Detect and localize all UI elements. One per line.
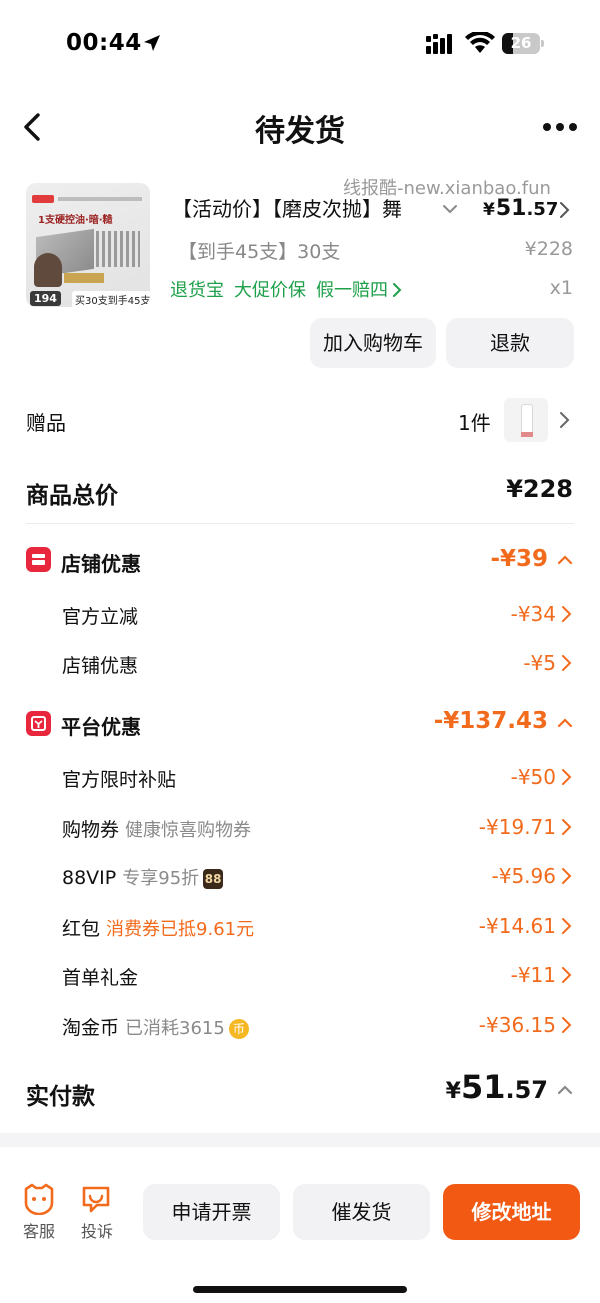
platform-discount-item-value: -¥14.61: [478, 914, 556, 938]
more-options-icon[interactable]: [542, 122, 578, 132]
store-discount-item-value: -¥5: [523, 651, 556, 675]
price-decimal: .57: [526, 199, 559, 220]
price-currency: ¥: [483, 200, 495, 220]
product-spec: 【到手45支】30支: [178, 241, 341, 263]
chevron-up-icon[interactable]: [557, 717, 573, 729]
store-discount-value: -¥39: [490, 546, 548, 572]
divider: [26, 523, 574, 524]
original-price: ¥228: [524, 238, 573, 260]
platform-discount-item-label: 88VIP 专享95折 88: [62, 867, 224, 889]
home-indicator: [193, 1286, 407, 1293]
chevron-right-icon[interactable]: [560, 1016, 572, 1034]
product-ampoules-graphic: [96, 231, 140, 267]
platform-discount-icon: [26, 711, 51, 736]
battery-indicator: 26: [502, 33, 544, 54]
complaint-label[interactable]: 投诉: [81, 1218, 113, 1242]
platform-discount-item-value: -¥5.96: [491, 864, 556, 888]
platform-discount-value: -¥137.43: [433, 708, 548, 734]
platform-discount-item-label: 首单礼金: [62, 967, 139, 989]
platform-discount-item-value: -¥19.71: [478, 815, 556, 839]
platform-discount-item-label: 淘金币 已消耗3615 币: [62, 1013, 249, 1040]
store-discount-icon: [26, 547, 51, 572]
chevron-right-icon[interactable]: [560, 654, 572, 672]
service-tag-price-protect: 大促价保: [234, 280, 306, 301]
platform-discount-item-label: 官方限时补贴: [62, 769, 177, 791]
modify-address-button[interactable]: 修改地址: [443, 1184, 580, 1240]
refund-button[interactable]: 退款: [446, 318, 574, 368]
platform-discount-item-label: 红包 消费券已抵9.61元: [62, 918, 255, 940]
customer-service-label[interactable]: 客服: [23, 1218, 55, 1242]
gift-thumbnail[interactable]: [504, 398, 548, 442]
product-image-headline: 1支硬控油·暗·糙: [38, 215, 113, 226]
paid-label: 实付款: [26, 1084, 95, 1110]
item-note: 已消耗3615: [125, 1018, 225, 1039]
chevron-right-icon[interactable]: [560, 867, 572, 885]
service-tag-authentic: 假一赔四: [316, 280, 388, 301]
chevron-right-icon[interactable]: [560, 917, 572, 935]
chevron-right-icon: [393, 283, 402, 297]
wifi-icon: [465, 32, 495, 53]
chevron-right-icon[interactable]: [560, 768, 572, 786]
urge-shipping-button[interactable]: 催发货: [293, 1184, 430, 1240]
chevron-right-icon[interactable]: [560, 605, 572, 623]
total-label: 商品总价: [26, 483, 118, 509]
platform-discount-item-value: -¥50: [510, 765, 556, 789]
total-value: ¥228: [506, 475, 573, 503]
chevron-right-icon[interactable]: [560, 966, 572, 984]
vip-88-badge-icon: 88: [203, 869, 224, 889]
product-image-tag: 买30支到手45支: [72, 291, 150, 307]
service-tag-return: 退货宝: [170, 280, 224, 301]
status-time: 00:44: [66, 30, 142, 56]
gold-coin-icon: 币: [228, 1019, 249, 1039]
item-note: 消费券已抵9.61元: [106, 919, 255, 940]
product-title[interactable]: 【活动价】【磨皮次抛】舞: [172, 193, 430, 222]
chevron-right-icon[interactable]: [560, 818, 572, 836]
gift-count: 1件: [458, 411, 491, 435]
section-separator: [0, 1133, 600, 1147]
product-gold-band: [64, 273, 104, 283]
gift-label: 赠品: [26, 411, 66, 435]
quantity: x1: [549, 277, 573, 299]
location-arrow-icon: [144, 35, 160, 51]
status-bar: 00:44 26: [0, 0, 600, 88]
platform-discount-label: 平台优惠: [61, 715, 141, 739]
add-to-cart-button[interactable]: 加入购物车: [310, 318, 436, 368]
service-tags[interactable]: 退货宝 大促价保 假一赔四: [170, 276, 402, 302]
platform-discount-item-value: -¥36.15: [478, 1013, 556, 1037]
invoice-button[interactable]: 申请开票: [143, 1184, 280, 1240]
product-image-price: 194: [30, 291, 61, 306]
store-discount-item-label: 店铺优惠: [62, 655, 139, 677]
store-discount-label: 店铺优惠: [61, 552, 141, 576]
product-image[interactable]: 1支硬控油·暗·糙 194 买30支到手45支: [26, 183, 150, 307]
product-image-header-strip: [32, 195, 142, 203]
page-title: 待发货: [255, 114, 345, 149]
platform-discount-item-value: -¥11: [510, 963, 556, 987]
chevron-right-icon[interactable]: [558, 411, 570, 429]
item-note: 健康惊喜购物券: [125, 820, 252, 841]
price-integer: 51: [495, 196, 527, 221]
customer-service-icon[interactable]: [22, 1183, 56, 1215]
cellular-signal-icon: [426, 34, 452, 54]
item-note: 专享95折: [122, 868, 200, 889]
store-discount-item-label: 官方立减: [62, 606, 139, 628]
complaint-icon[interactable]: [81, 1184, 111, 1214]
product-price: ¥51.57: [483, 196, 558, 221]
chevron-down-icon[interactable]: [442, 203, 458, 215]
store-discount-item-value: -¥34: [510, 602, 556, 626]
product-model-graphic: [34, 253, 62, 287]
chevron-right-icon[interactable]: [558, 201, 570, 219]
platform-discount-item-label: 购物券 健康惊喜购物券: [62, 819, 252, 841]
chevron-up-icon[interactable]: [557, 1084, 573, 1096]
battery-level: 26: [510, 34, 532, 52]
chevron-up-icon[interactable]: [557, 554, 573, 566]
paid-value: ¥51.57: [445, 1068, 548, 1106]
